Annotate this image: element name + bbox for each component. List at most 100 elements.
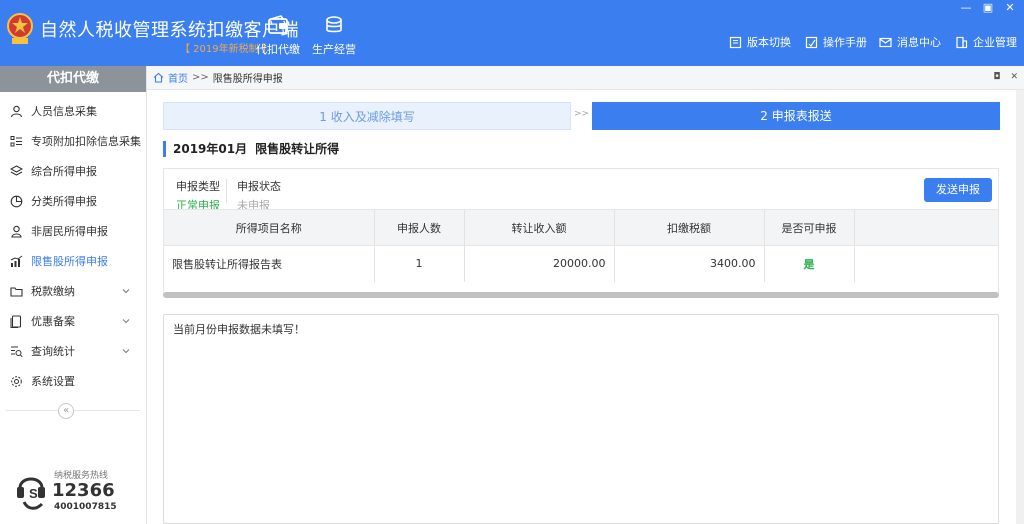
service-hotline: S 纳税服务热线 12366 4001007815 [14, 468, 139, 518]
step-1-income-entry[interactable]: 1 收入及减除填写 [163, 102, 571, 130]
book-icon [729, 36, 742, 48]
col-header-income: 转让收入额 [464, 209, 615, 246]
vertical-scrollbar[interactable] [1016, 90, 1024, 524]
chevron-down-icon [122, 349, 130, 354]
chevron-down-icon [122, 139, 130, 144]
cell-declarable: 是 [764, 245, 855, 282]
col-header-empty [854, 209, 998, 246]
list-icon [10, 135, 22, 146]
sidebar-item-special-deduction[interactable]: 专项附加扣除信息采集 [0, 126, 146, 156]
bar-chart-icon [10, 255, 23, 267]
page-title: 2019年01月 限售股转让所得 [163, 141, 339, 157]
sidebar-item-personnel[interactable]: 人员信息采集 [0, 96, 146, 126]
table-header-row: 所得项目名称 申报人数 转让收入额 扣缴税额 是否可申报 [164, 209, 998, 246]
app-header: 自然人税收管理系统扣缴客户端 【 2019年新税制 】 代扣代缴 生产经营 版本… [0, 0, 1024, 66]
headset-icon: S [17, 477, 45, 510]
period-label: 2019年01月 [173, 142, 248, 156]
horizontal-scrollbar[interactable] [163, 292, 999, 298]
breadcrumb-separator: >> [192, 72, 209, 83]
sidebar-item-label: 系统设置 [31, 375, 75, 388]
message-text: 当前月份申报数据未填写！ [173, 323, 305, 336]
doc-icon [10, 314, 22, 328]
layers-icon [10, 164, 23, 176]
message-area: 当前月份申报数据未填写！ [163, 314, 999, 524]
user-icon [10, 105, 23, 117]
sidebar-item-label: 综合所得申报 [31, 165, 97, 178]
sidebar-item-query[interactable]: 查询统计 [0, 336, 146, 366]
breadcrumb-current: 限售股所得申报 [212, 74, 283, 85]
hotline-number: 12366 [52, 480, 115, 501]
breadcrumb-home-link[interactable]: 首页 [168, 70, 188, 85]
coins-icon [326, 16, 342, 33]
step-arrows: >> [574, 109, 590, 119]
cell-income: 20000.00 [464, 245, 615, 282]
col-header-item-name: 所得项目名称 [164, 209, 375, 246]
report-type-label: 申报类型 [176, 180, 220, 193]
manual-icon [805, 36, 818, 48]
message-center-link[interactable]: 消息中心 [879, 34, 941, 50]
report-meta: 申报类型 正常申报 申报状态 未申报 发送申报 [164, 169, 998, 212]
version-switch-label: 版本切换 [747, 36, 791, 49]
sidebar: 代扣代缴 人员信息采集 专项附加扣除信息采集 综合所得申报 分类所得申报 非居民… [0, 66, 147, 524]
nav-business[interactable]: 生产经营 [304, 14, 364, 57]
person-icon [11, 225, 22, 238]
sidebar-item-tax-payment[interactable]: 税款缴纳 [0, 276, 146, 306]
tab-close-button[interactable]: ✕ [1010, 72, 1018, 82]
close-button[interactable]: ✕ [1004, 2, 1016, 14]
svg-text:S: S [29, 486, 38, 501]
message-center-label: 消息中心 [897, 36, 941, 49]
report-table: 所得项目名称 申报人数 转让收入额 扣缴税额 是否可申报 限售股转让所得报告表 … [164, 209, 998, 282]
folder-icon [10, 286, 23, 297]
gear-icon [11, 375, 22, 387]
search-list-icon [11, 346, 23, 357]
enterprise-mgmt-label: 企业管理 [973, 36, 1017, 49]
sidebar-item-settings[interactable]: 系统设置 [0, 366, 146, 396]
cell-tax: 3400.00 [614, 245, 765, 282]
enterprise-mgmt-link[interactable]: 企业管理 [955, 34, 1017, 50]
wallet-icon [268, 15, 288, 34]
breadcrumb: 首页 >> 限售股所得申报 ◘ ✕ [147, 66, 1024, 90]
tax-emblem-icon [7, 13, 33, 44]
version-switch-link[interactable]: 版本切换 [729, 34, 791, 50]
nav-business-label: 生产经营 [312, 43, 356, 56]
minimize-button[interactable]: — [960, 2, 972, 14]
sidebar-item-classified[interactable]: 分类所得申报 [0, 186, 146, 216]
sidebar-title: 代扣代缴 [0, 66, 146, 92]
maximize-button[interactable]: ▣ [982, 2, 994, 14]
table-row[interactable]: 限售股转让所得报告表 1 20000.00 3400.00 是 [164, 245, 998, 282]
sidebar-item-label: 分类所得申报 [31, 195, 97, 208]
chevron-down-icon [122, 289, 130, 294]
building-icon [956, 36, 968, 48]
sidebar-item-label: 人员信息采集 [31, 105, 97, 118]
sidebar-item-comprehensive[interactable]: 综合所得申报 [0, 156, 146, 186]
meta-divider [226, 179, 227, 203]
nav-withholding[interactable]: 代扣代缴 [248, 14, 308, 57]
chevron-down-icon [122, 319, 130, 324]
hotline-number-alt: 4001007815 [54, 502, 117, 512]
col-header-declarable: 是否可申报 [764, 209, 855, 246]
income-type-label: 限售股转让所得 [255, 142, 340, 156]
tab-controls: ◘ ✕ [993, 72, 1018, 82]
sidebar-item-label: 优惠备案 [31, 315, 75, 328]
step-2-submit-report[interactable]: 2 申报表报送 [592, 102, 1000, 130]
mail-icon [879, 37, 892, 47]
send-declaration-button[interactable]: 发送申报 [924, 178, 992, 202]
sidebar-item-label: 查询统计 [31, 345, 75, 358]
main-content: 1 收入及减除填写 >> 2 申报表报送 2019年01月 限售股转让所得 申报类… [147, 90, 1024, 524]
cell-item-name: 限售股转让所得报告表 [164, 245, 375, 282]
report-panel: 申报类型 正常申报 申报状态 未申报 发送申报 所得项目名称 申报人数 转让收入… [163, 168, 999, 294]
window-controls: — ▣ ✕ [960, 2, 1016, 14]
sidebar-collapse-button[interactable]: « [58, 403, 74, 419]
report-status-label: 申报状态 [237, 180, 281, 193]
manual-link[interactable]: 操作手册 [805, 34, 867, 50]
sidebar-item-preferential[interactable]: 优惠备案 [0, 306, 146, 336]
sidebar-item-nonresident[interactable]: 非居民所得申报 [0, 216, 146, 246]
report-type: 申报类型 正常申报 [176, 178, 220, 213]
cell-empty [854, 245, 998, 282]
report-status: 申报状态 未申报 [237, 178, 281, 213]
home-icon [153, 72, 164, 83]
tab-restore-button[interactable]: ◘ [993, 72, 1000, 82]
col-header-tax: 扣缴税额 [614, 209, 765, 246]
sidebar-item-restricted-stock[interactable]: 限售股所得申报 [0, 246, 146, 276]
pie-icon [10, 195, 23, 207]
